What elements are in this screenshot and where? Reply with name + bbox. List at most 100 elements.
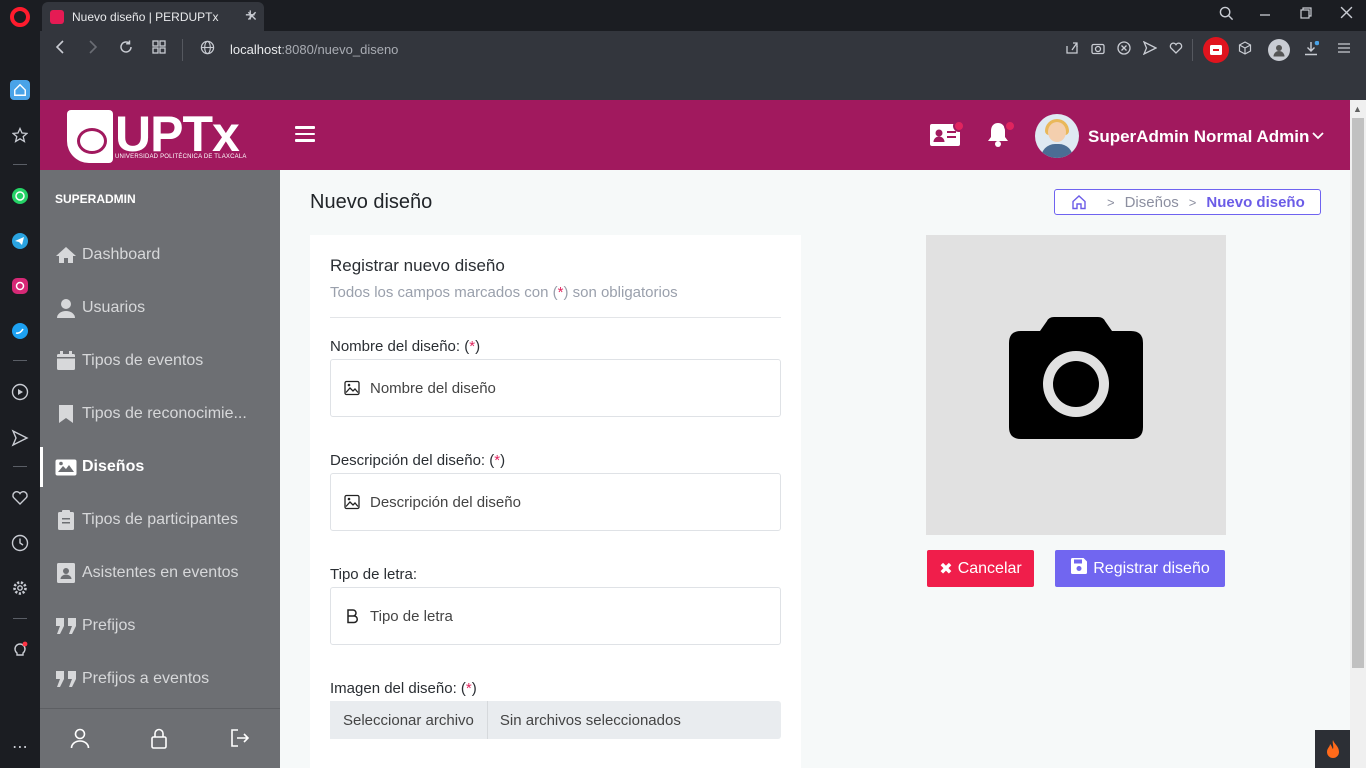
settings-icon[interactable] [10,578,30,598]
search-icon[interactable] [1214,6,1238,24]
minimize-icon[interactable] [1253,6,1277,22]
url-field[interactable]: localhost:8080/nuevo_diseno [230,42,398,57]
lightbulb-icon[interactable] [10,640,30,660]
telegram-icon[interactable] [10,231,30,251]
register-label: Registrar diseño [1093,559,1210,577]
twitter-icon[interactable] [10,321,30,341]
sidebar-item-disenos[interactable]: Diseños [40,447,280,487]
sidebar-item-label: Tipos de participantes [82,511,238,528]
image-preview [926,235,1226,535]
sidebar-item-prefijos-eventos[interactable]: Prefijos a eventos [40,659,280,699]
divider [13,164,27,165]
logout-icon[interactable] [229,727,251,749]
tab-title: Nuevo diseño | PERDUPTx [72,9,219,24]
star-icon[interactable] [10,125,30,145]
chevron-down-icon[interactable] [1312,128,1324,143]
breadcrumb: > Diseños > Nuevo diseño [1054,189,1321,215]
share-icon[interactable] [1063,41,1081,58]
browser-tab[interactable]: Nuevo diseño | PERDUPTx ✕ [42,2,264,31]
page-scrollbar[interactable]: ▲ [1350,100,1366,768]
home-icon[interactable] [1071,194,1087,210]
camera-snapshot-icon[interactable] [1089,41,1107,58]
forward-icon[interactable] [83,40,103,58]
sidebar-item-label: Prefijos [82,617,136,634]
divider [1192,39,1193,61]
cube-icon[interactable] [1236,41,1254,58]
cancel-button[interactable]: ✖ Cancelar [927,550,1034,587]
heart-icon[interactable] [1167,41,1185,58]
contact-card-icon[interactable] [930,120,965,151]
bell-icon[interactable] [987,120,1016,153]
sidebar-item-label: Tipos de eventos [82,352,204,369]
back-icon[interactable] [50,40,70,58]
sidebar-item-label: Prefijos a eventos [82,670,210,687]
image-label: Imagen del diseño: (*) [330,680,477,697]
user-icon [55,298,77,318]
sidebar-item-asistentes[interactable]: Asistentes en eventos [40,553,280,593]
send-icon[interactable] [10,428,30,448]
sidebar-item-tipos-eventos[interactable]: Tipos de eventos [40,341,280,381]
sidebar-item-label: Usuarios [82,299,146,316]
profile-icon[interactable] [69,727,91,749]
logo-subtitle: UNIVERSIDAD POLITÉCNICA DE TLAXCALA [115,154,247,160]
font-input[interactable] [370,607,770,625]
sidebar-item-prefijos[interactable]: Prefijos [40,606,280,646]
heart-icon[interactable] [10,488,30,508]
easy-setup-icon[interactable] [1335,41,1353,58]
home-icon[interactable] [10,80,30,100]
close-icon: ✖ [939,560,953,578]
fire-icon[interactable] [1315,730,1350,768]
sidebar-item-label: Asistentes en eventos [82,564,239,581]
calendar-icon [55,351,77,371]
vpn-icon[interactable] [1203,37,1229,63]
close-window-icon[interactable] [1334,6,1358,22]
breadcrumb-disenos[interactable]: Diseños [1125,194,1179,211]
id-card-icon [55,563,77,583]
player-icon[interactable] [10,382,30,402]
sidebar-item-label: Diseños [82,458,145,475]
favicon-icon [50,9,64,24]
sidebar-item-dashboard[interactable]: Dashboard [40,235,280,275]
adblock-icon[interactable] [1115,41,1133,58]
name-input[interactable] [370,379,770,397]
scrollbar-thumb[interactable] [1352,118,1364,668]
url-host: localhost [230,42,282,57]
form-subtitle: Todos los campos marcados con (*) son ob… [330,284,678,301]
restore-icon[interactable] [1294,6,1318,22]
file-input[interactable]: Seleccionar archivo Sin archivos selecci… [330,701,781,739]
opera-logo-icon[interactable] [10,7,30,27]
history-icon[interactable] [10,533,30,553]
register-design-button[interactable]: Registrar diseño [1055,550,1225,587]
menu-toggle-icon[interactable] [295,126,315,142]
description-field[interactable] [330,473,781,531]
sidebar-item-tipos-reconocimiento[interactable]: Tipos de reconocimie... [40,394,280,434]
sidebar-item-usuarios[interactable]: Usuarios [40,288,280,328]
instagram-icon[interactable] [10,276,30,296]
download-icon[interactable] [1302,40,1320,59]
description-label: Descripción del diseño: (*) [330,452,506,469]
uptx-logo[interactable]: UPTx UNIVERSIDAD POLITÉCNICA DE TLAXCALA [67,107,253,164]
more-icon[interactable]: ⋯ [10,737,30,757]
reload-icon[interactable] [116,40,136,58]
avatar[interactable] [1035,114,1079,158]
user-name[interactable]: SuperAdmin Normal Admin [1088,127,1309,147]
font-field[interactable] [330,587,781,645]
send-page-icon[interactable] [1141,40,1159,58]
sidebar-item-tipos-participantes[interactable]: Tipos de participantes [40,500,280,540]
name-field[interactable] [330,359,781,417]
logo-emblem-icon [67,110,113,163]
save-icon [1070,557,1088,580]
sidebar-item-label: Dashboard [82,246,161,263]
breadcrumb-separator-icon: > [1107,194,1115,210]
scroll-up-icon[interactable]: ▲ [1353,104,1362,114]
lock-icon[interactable] [149,727,171,749]
globe-icon[interactable] [197,40,217,59]
divider [330,317,781,318]
whatsapp-icon[interactable] [10,186,30,206]
new-tab-button[interactable]: + [245,5,256,26]
page-viewport: UPTx UNIVERSIDAD POLITÉCNICA DE TLAXCALA… [40,100,1350,768]
choose-file-button[interactable]: Seleccionar archivo [330,701,488,739]
description-input[interactable] [370,493,770,511]
profile-icon[interactable] [1268,39,1290,61]
tabs-grid-icon[interactable] [149,40,169,58]
